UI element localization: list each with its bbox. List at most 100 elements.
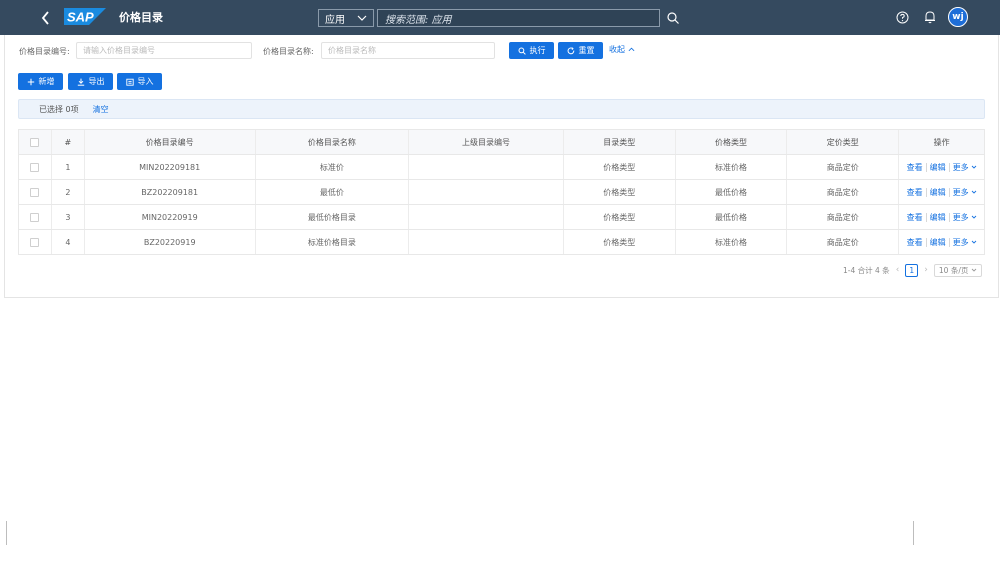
more-label: 更多 bbox=[952, 212, 969, 222]
prev-page-icon[interactable]: ‹ bbox=[896, 265, 900, 275]
view-link[interactable]: 查看 bbox=[907, 162, 923, 173]
import-icon bbox=[125, 78, 134, 86]
row-parent bbox=[409, 155, 564, 179]
row-name: 标准价 bbox=[256, 155, 410, 179]
add-button[interactable]: 新增 bbox=[18, 73, 63, 90]
table-row[interactable]: 4 BZ20220919 标准价格目录 价格类型 标准价格 商品定价 查看 编辑… bbox=[19, 230, 984, 255]
row-actions: 查看 编辑 更多 bbox=[899, 205, 984, 229]
column-header-pricing-type[interactable]: 定价类型 bbox=[787, 130, 900, 154]
row-pricing-type: 商品定价 bbox=[787, 180, 900, 204]
code-filter-label: 价格目录编号: bbox=[19, 47, 70, 56]
name-filter-input[interactable]: 价格目录名称 bbox=[321, 42, 495, 59]
row-checkbox[interactable] bbox=[30, 237, 40, 247]
column-header-name[interactable]: 价格目录名称 bbox=[256, 130, 410, 154]
global-search-input[interactable]: 搜索范围: 应用 bbox=[377, 9, 660, 27]
view-link[interactable]: 查看 bbox=[907, 237, 923, 248]
page-number-current[interactable]: 1 bbox=[905, 263, 919, 277]
action-divider bbox=[925, 187, 927, 197]
divider bbox=[913, 521, 914, 545]
row-pricing-type: 商品定价 bbox=[787, 230, 900, 254]
select-all-checkbox[interactable] bbox=[30, 137, 40, 147]
search-icon[interactable] bbox=[666, 11, 680, 25]
price-catalog-table: # 价格目录编号 价格目录名称 上级目录编号 目录类型 价格类型 定价类型 操作… bbox=[18, 129, 985, 255]
page-size-select[interactable]: 10 条/页 bbox=[933, 263, 983, 277]
shell-header: SAP 价格目录 应用 搜索范围: 应用 wj bbox=[0, 0, 1000, 35]
pagination: 1-4 合计 4 条 ‹ 1 › 10 条/页 bbox=[843, 263, 983, 277]
sap-logo-text: SAP bbox=[67, 10, 94, 25]
row-select-cell bbox=[19, 205, 52, 229]
row-price-type: 标准价格 bbox=[676, 155, 788, 179]
help-icon[interactable] bbox=[896, 11, 909, 24]
name-filter-placeholder: 价格目录名称 bbox=[328, 46, 376, 55]
edit-link[interactable]: 编辑 bbox=[930, 187, 946, 198]
back-button[interactable] bbox=[36, 8, 56, 28]
action-divider bbox=[948, 187, 950, 197]
search-scope-value: 应用 bbox=[325, 14, 345, 26]
execute-label: 执行 bbox=[529, 46, 546, 55]
chevron-down-icon bbox=[971, 240, 976, 244]
table-row[interactable]: 1 MIN202209181 标准价 价格类型 标准价格 商品定价 查看 编辑 … bbox=[19, 155, 984, 180]
action-divider bbox=[948, 212, 950, 222]
selection-info-bar: 已选择 0项 清空 bbox=[18, 99, 985, 119]
user-initials: wj bbox=[952, 12, 964, 22]
search-scope-select[interactable]: 应用 bbox=[318, 9, 374, 27]
chevron-left-icon bbox=[41, 11, 49, 25]
column-header-price-type[interactable]: 价格类型 bbox=[676, 130, 788, 154]
export-button[interactable]: 导出 bbox=[68, 73, 113, 90]
row-index: 4 bbox=[52, 230, 85, 254]
reset-button[interactable]: 重置 bbox=[558, 42, 603, 59]
header-select-cell bbox=[19, 130, 52, 154]
action-divider bbox=[925, 237, 927, 247]
edit-link[interactable]: 编辑 bbox=[930, 162, 946, 173]
collapse-filters-link[interactable]: 收起 bbox=[609, 44, 635, 55]
next-page-icon[interactable]: › bbox=[924, 265, 928, 275]
view-link[interactable]: 查看 bbox=[907, 212, 923, 223]
row-code: MIN20220919 bbox=[85, 205, 256, 229]
view-link[interactable]: 查看 bbox=[907, 187, 923, 198]
more-actions-dropdown[interactable]: 更多 bbox=[953, 187, 977, 198]
export-label: 导出 bbox=[88, 77, 105, 86]
row-select-cell bbox=[19, 155, 52, 179]
import-button[interactable]: 导入 bbox=[117, 73, 162, 90]
chevron-down-icon bbox=[972, 268, 977, 272]
more-label: 更多 bbox=[952, 237, 969, 247]
row-actions: 查看 编辑 更多 bbox=[899, 180, 984, 204]
row-price-type: 最低价格 bbox=[676, 180, 788, 204]
more-actions-dropdown[interactable]: 更多 bbox=[953, 162, 977, 173]
execute-button[interactable]: 执行 bbox=[509, 42, 554, 59]
sap-logo: SAP bbox=[64, 8, 106, 25]
row-code: BZ20220919 bbox=[85, 230, 256, 254]
more-label: 更多 bbox=[952, 187, 969, 197]
add-label: 新增 bbox=[38, 77, 55, 86]
bell-icon[interactable] bbox=[924, 10, 936, 24]
edit-link[interactable]: 编辑 bbox=[930, 237, 946, 248]
row-catalog-type: 价格类型 bbox=[564, 205, 676, 229]
table-row[interactable]: 3 MIN20220919 最低价格目录 价格类型 最低价格 商品定价 查看 编… bbox=[19, 205, 984, 230]
column-header-parent[interactable]: 上级目录编号 bbox=[409, 130, 564, 154]
table-row[interactable]: 2 BZ202209181 最低价 价格类型 最低价格 商品定价 查看 编辑 更… bbox=[19, 180, 984, 205]
action-divider bbox=[948, 162, 950, 172]
edit-link[interactable]: 编辑 bbox=[930, 212, 946, 223]
more-actions-dropdown[interactable]: 更多 bbox=[953, 212, 977, 223]
reset-label: 重置 bbox=[578, 46, 595, 55]
action-divider bbox=[948, 237, 950, 247]
clear-selection-link[interactable]: 清空 bbox=[93, 104, 109, 115]
row-catalog-type: 价格类型 bbox=[564, 230, 676, 254]
column-header-catalog-type[interactable]: 目录类型 bbox=[564, 130, 676, 154]
code-filter-input[interactable]: 请输入价格目录编号 bbox=[76, 42, 252, 59]
row-parent bbox=[409, 205, 564, 229]
more-actions-dropdown[interactable]: 更多 bbox=[953, 237, 977, 248]
row-checkbox[interactable] bbox=[30, 187, 40, 197]
row-select-cell bbox=[19, 230, 52, 254]
row-checkbox[interactable] bbox=[30, 162, 40, 172]
column-header-actions: 操作 bbox=[933, 137, 950, 147]
row-code: MIN202209181 bbox=[85, 155, 256, 179]
chevron-down-icon bbox=[971, 215, 976, 219]
chevron-down-icon bbox=[971, 165, 976, 169]
action-divider bbox=[925, 212, 927, 222]
column-header-code[interactable]: 价格目录编号 bbox=[85, 130, 256, 154]
user-avatar[interactable]: wj bbox=[948, 7, 968, 27]
download-icon bbox=[77, 78, 84, 86]
row-checkbox[interactable] bbox=[30, 212, 40, 222]
collapse-label: 收起 bbox=[609, 45, 625, 54]
